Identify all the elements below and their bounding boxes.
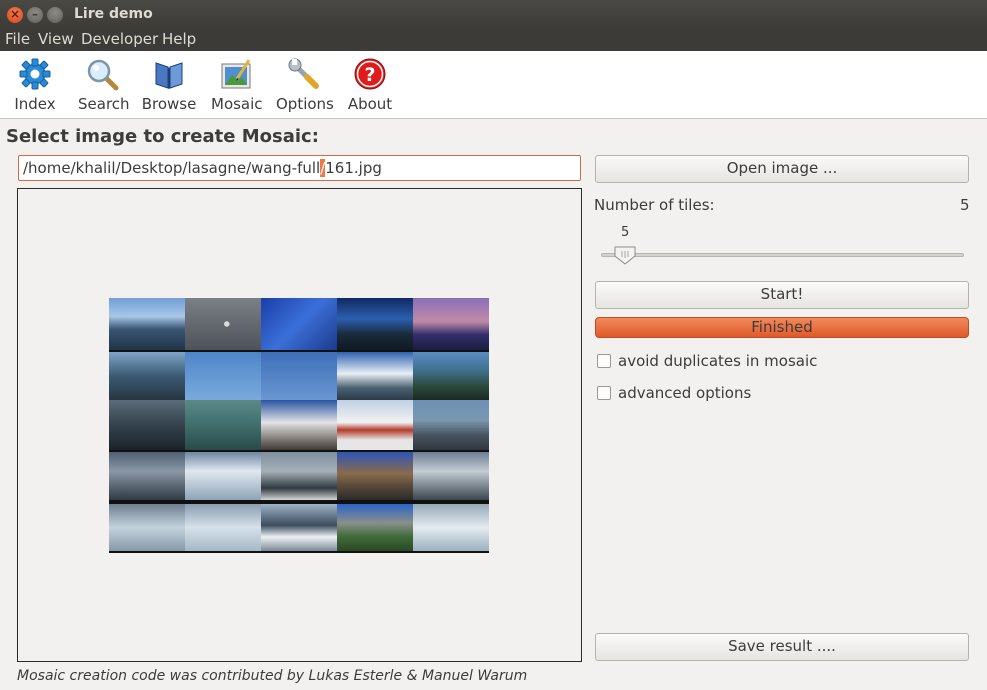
- toolbar-search-button[interactable]: Search: [78, 57, 130, 113]
- avoid-duplicates-label[interactable]: avoid duplicates in mosaic: [618, 352, 817, 370]
- mosaic-tile: [337, 352, 413, 400]
- menu-developer[interactable]: Developer: [81, 30, 158, 48]
- mosaic-tile: [109, 400, 185, 450]
- save-result-button[interactable]: Save result ....: [595, 633, 969, 661]
- menu-view[interactable]: View: [38, 30, 74, 48]
- path-text-before: /home/khalil/Desktop/lasagne/wang-full: [23, 159, 321, 177]
- mosaic-tile: [109, 452, 185, 500]
- toolbar-browse-button[interactable]: Browse: [141, 57, 197, 113]
- toolbar-index-button[interactable]: Index: [14, 57, 56, 113]
- window-title: Lire demo: [74, 6, 153, 22]
- mosaic-icon: [221, 59, 251, 89]
- mosaic-tile: [261, 298, 337, 350]
- maximize-window-button[interactable]: [47, 7, 63, 23]
- mosaic-tile: [109, 504, 185, 551]
- image-path-field[interactable]: /home/khalil/Desktop/lasagne/wang-full/1…: [18, 155, 581, 181]
- close-window-button[interactable]: ×: [7, 7, 23, 23]
- toolbar-options-label: Options: [276, 95, 334, 113]
- progress-bar: Finished: [595, 317, 969, 338]
- mosaic-tile: [185, 352, 261, 400]
- toolbar-mosaic-label: Mosaic: [211, 95, 263, 113]
- mosaic-tile: [185, 400, 261, 450]
- mosaic-tile: [337, 298, 413, 350]
- book-icon: [155, 62, 183, 89]
- mosaic-tile: [413, 298, 489, 350]
- help-icon: ?: [354, 58, 386, 90]
- mosaic-tile: [413, 352, 489, 400]
- mosaic-tile: [109, 298, 185, 350]
- toolbar-mosaic-button[interactable]: Mosaic: [211, 57, 263, 113]
- toolbar-about-label: About: [347, 95, 393, 113]
- gear-icon: [19, 58, 51, 90]
- toolbar-index-label: Index: [14, 95, 56, 113]
- mosaic-tile: [413, 400, 489, 450]
- mosaic-tile: [261, 352, 337, 400]
- advanced-options-checkbox[interactable]: [597, 386, 611, 400]
- tiles-slider-thumb[interactable]: [613, 245, 637, 265]
- image-preview-panel: [17, 188, 582, 662]
- mosaic-tile: [413, 452, 489, 500]
- menu-help[interactable]: Help: [162, 30, 196, 48]
- mosaic-tile: [261, 504, 337, 551]
- toolbar-browse-label: Browse: [141, 95, 197, 113]
- magnifier-icon: [87, 59, 119, 91]
- menu-file[interactable]: File: [5, 30, 30, 48]
- minimize-window-button[interactable]: –: [27, 7, 43, 23]
- mosaic-image: [109, 298, 489, 553]
- toolbar-about-button[interactable]: ? About: [347, 57, 393, 113]
- slider-value-label: 5: [621, 225, 630, 240]
- credits-footer: Mosaic creation code was contributed by …: [17, 668, 528, 684]
- mosaic-tile: [337, 400, 413, 450]
- mosaic-tile: [337, 452, 413, 500]
- toolbar: Index Search Browse Mosaic Options ? Abo…: [0, 51, 987, 119]
- mosaic-tile: [109, 352, 185, 400]
- page-title: Select image to create Mosaic:: [6, 126, 319, 147]
- start-button[interactable]: Start!: [595, 281, 969, 309]
- mosaic-tile: [337, 504, 413, 551]
- tiles-label: Number of tiles:: [594, 196, 715, 214]
- tiles-slider-track[interactable]: [601, 253, 964, 257]
- path-text-after: 161.jpg: [325, 159, 382, 177]
- svg-text:?: ?: [364, 64, 375, 86]
- advanced-options-label[interactable]: advanced options: [618, 384, 751, 402]
- mosaic-tile: [185, 452, 261, 500]
- wrench-icon: [288, 58, 319, 89]
- mosaic-tile: [185, 504, 261, 551]
- mosaic-tile: [413, 504, 489, 551]
- menu-bar: File View Developer Help: [0, 29, 987, 51]
- title-bar: × – Lire demo: [0, 0, 987, 29]
- tiles-value: 5: [960, 196, 970, 214]
- mosaic-tile: [261, 452, 337, 500]
- toolbar-options-button[interactable]: Options: [276, 57, 334, 113]
- avoid-duplicates-checkbox[interactable]: [597, 354, 611, 368]
- toolbar-search-label: Search: [78, 95, 130, 113]
- mosaic-tile: [261, 400, 337, 450]
- open-image-button[interactable]: Open image ...: [595, 155, 969, 183]
- mosaic-tile: [185, 298, 261, 350]
